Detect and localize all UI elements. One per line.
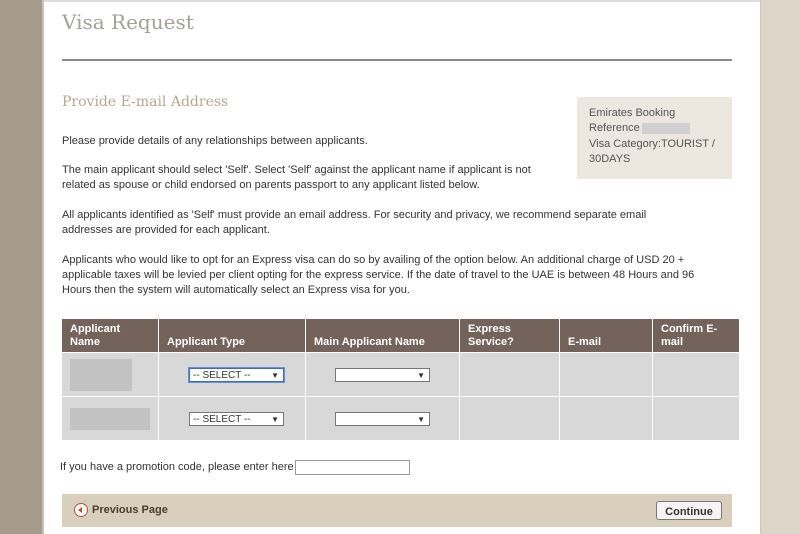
left-border-panel bbox=[0, 0, 42, 534]
applicant-type-cell: -- SELECT -- ▼ bbox=[158, 396, 306, 440]
back-arrow-icon bbox=[74, 503, 88, 517]
promo-code-label: If you have a promotion code, please ent… bbox=[60, 461, 294, 473]
confirm-email-cell bbox=[652, 396, 740, 440]
booking-label: Emirates Booking bbox=[589, 107, 676, 119]
paragraph-express-visa: Applicants who would like to opt for an … bbox=[62, 254, 695, 296]
applicant-type-cell: -- SELECT -- ▼ bbox=[158, 352, 306, 397]
select-value: -- SELECT -- bbox=[193, 413, 251, 425]
dropdown-arrow-icon: ▼ bbox=[271, 370, 279, 380]
page-title: Visa Request bbox=[62, 10, 194, 34]
header-applicant-name: Applicant Name bbox=[62, 319, 159, 353]
dropdown-arrow-icon: ▼ bbox=[271, 414, 279, 424]
paragraph-relationships: Please provide details of any relationsh… bbox=[62, 135, 368, 147]
redacted-reference bbox=[641, 122, 690, 134]
reference-label: Reference bbox=[589, 122, 640, 134]
title-divider bbox=[62, 59, 732, 61]
previous-page-label: Previous Page bbox=[92, 503, 168, 516]
paragraph-main-applicant: The main applicant should select 'Self'.… bbox=[62, 164, 531, 191]
dropdown-arrow-icon: ▼ bbox=[417, 370, 425, 380]
reference-line: Reference bbox=[589, 122, 690, 134]
section-title: Provide E-mail Address bbox=[62, 94, 229, 110]
express-service-cell bbox=[459, 396, 560, 440]
table-row: -- SELECT -- ▼ ▼ bbox=[62, 396, 740, 440]
applicant-name-cell bbox=[62, 352, 159, 397]
main-applicant-select[interactable]: ▼ bbox=[335, 411, 430, 426]
table-header-row: Applicant Name Applicant Type Main Appli… bbox=[62, 319, 740, 353]
applicant-name-cell bbox=[62, 396, 159, 440]
paragraph-email-requirement: All applicants identified as 'Self' must… bbox=[62, 209, 647, 236]
dropdown-arrow-icon: ▼ bbox=[417, 414, 425, 424]
promo-code-input[interactable] bbox=[295, 460, 410, 475]
main-applicant-cell: ▼ bbox=[305, 352, 460, 397]
header-confirm-email: Confirm E-mail bbox=[652, 319, 740, 353]
applicant-type-select[interactable]: -- SELECT -- ▼ bbox=[189, 411, 284, 426]
select-value: -- SELECT -- bbox=[193, 369, 251, 381]
navigation-bar: Previous Page Continue bbox=[62, 494, 732, 527]
table-row: -- SELECT -- ▼ ▼ bbox=[62, 352, 740, 397]
header-applicant-type: Applicant Type bbox=[158, 319, 306, 353]
applicant-type-select[interactable]: -- SELECT -- ▼ bbox=[188, 366, 285, 383]
main-applicant-select[interactable]: ▼ bbox=[335, 367, 430, 382]
email-cell bbox=[559, 352, 653, 397]
top-edge bbox=[44, 0, 760, 2]
continue-button[interactable]: Continue bbox=[656, 501, 722, 520]
right-border-panel bbox=[760, 0, 800, 534]
applicants-table: Applicant Name Applicant Type Main Appli… bbox=[62, 319, 740, 440]
header-express-service: Express Service? bbox=[459, 319, 560, 353]
confirm-email-cell bbox=[652, 352, 740, 397]
main-applicant-cell: ▼ bbox=[305, 396, 460, 440]
previous-page-link[interactable]: Previous Page bbox=[74, 503, 168, 517]
header-email: E-mail bbox=[559, 319, 653, 353]
header-main-applicant-name: Main Applicant Name bbox=[305, 319, 460, 353]
redacted-applicant-name bbox=[70, 358, 132, 391]
express-service-cell bbox=[459, 352, 560, 397]
redacted-applicant-name bbox=[70, 407, 150, 430]
email-cell bbox=[559, 396, 653, 440]
main-content: Visa Request Provide E-mail Address Emir… bbox=[44, 0, 760, 534]
